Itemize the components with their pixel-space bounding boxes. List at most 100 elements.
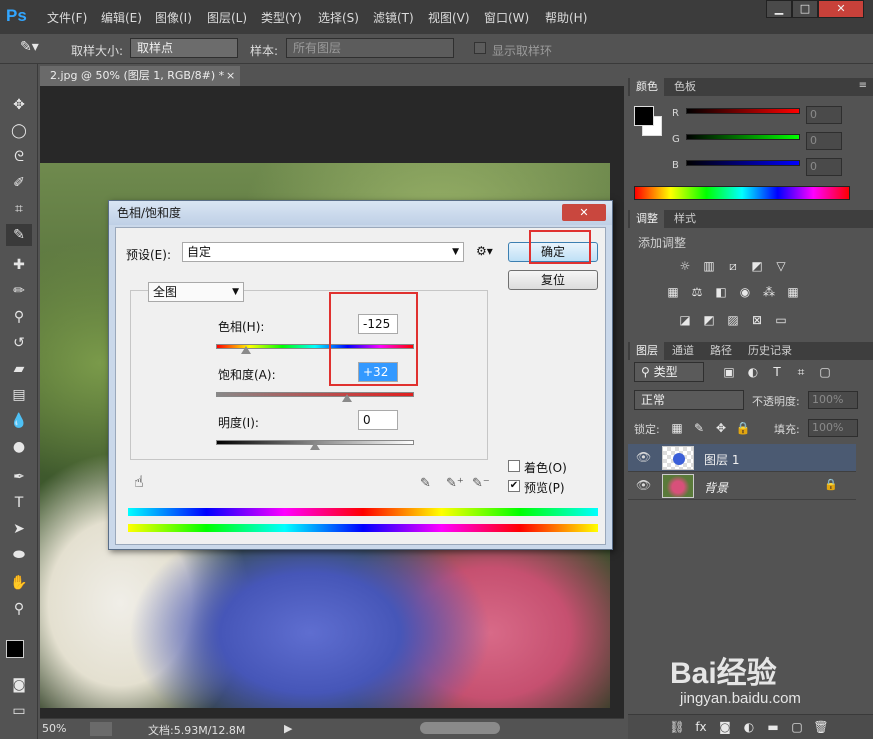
path-select-tool-icon[interactable]: ➤ [6, 518, 32, 540]
channel-r-slider[interactable] [686, 108, 800, 114]
layer-row-layer1[interactable]: 👁 图层 1 [628, 444, 856, 472]
channel-mixer-icon[interactable]: ⁂ [760, 284, 778, 300]
lightness-value-input[interactable]: 0 [358, 410, 398, 430]
color-balance-icon[interactable]: ⚖ [688, 284, 706, 300]
menu-help[interactable]: 帮助(H) [545, 9, 587, 26]
horizontal-scrollbar[interactable] [420, 722, 500, 734]
eyedropper-icon[interactable]: ✎ [420, 476, 431, 491]
threshold-icon[interactable]: ▨ [724, 312, 742, 328]
lightness-slider-thumb[interactable] [310, 442, 320, 450]
eyedropper-plus-icon[interactable]: ✎⁺ [446, 476, 464, 491]
blur-tool-icon[interactable]: 💧 [6, 410, 32, 432]
menu-image[interactable]: 图像(I) [155, 9, 192, 26]
layer-filter-kind[interactable]: ⚲ 类型 [634, 362, 704, 382]
channel-r-value[interactable]: 0 [806, 106, 842, 124]
filter-shape-icon[interactable]: ⌗ [792, 364, 810, 380]
saturation-slider-track[interactable] [216, 392, 414, 397]
quick-mask-icon[interactable]: ◙ [6, 674, 32, 696]
move-tool-icon[interactable]: ✥ [6, 94, 32, 116]
document-tab[interactable]: 2.jpg @ 50% (图层 1, RGB/8#) * × [40, 66, 240, 86]
invert-icon[interactable]: ◪ [676, 312, 694, 328]
zoom-level[interactable]: 50% [42, 722, 66, 735]
preview-label[interactable]: 预览(P) [524, 479, 565, 496]
channel-b-slider[interactable] [686, 160, 800, 166]
menu-view[interactable]: 视图(V) [428, 9, 470, 26]
new-adjustment-icon[interactable]: ◐ [740, 719, 758, 735]
channel-b-value[interactable]: 0 [806, 158, 842, 176]
foreground-color-swatch[interactable] [6, 640, 24, 658]
channel-g-slider[interactable] [686, 134, 800, 140]
layer-visibility-eye-icon[interactable]: 👁 [636, 450, 651, 464]
eyedropper-tool-preset-icon[interactable]: ✎▾ [20, 39, 44, 59]
eraser-tool-icon[interactable]: ▰ [6, 358, 32, 380]
clone-stamp-tool-icon[interactable]: ⚲ [6, 306, 32, 328]
filter-smart-icon[interactable]: ▢ [816, 364, 834, 380]
background-layer-name[interactable]: 背景 [704, 479, 728, 496]
layer1-name[interactable]: 图层 1 [704, 451, 739, 468]
brightness-icon[interactable]: ☼ [676, 258, 694, 274]
preset-select[interactable]: 自定 ▼ [182, 242, 464, 262]
marquee-tool-icon[interactable]: ◯ [6, 120, 32, 142]
pen-tool-icon[interactable]: ✒ [6, 466, 32, 488]
zoom-tool-icon[interactable]: ⚲ [6, 598, 32, 620]
colorize-checkbox[interactable] [508, 460, 520, 472]
levels-icon[interactable]: ▥ [700, 258, 718, 274]
color-spectrum-bar[interactable] [634, 186, 850, 200]
background-visibility-eye-icon[interactable]: 👁 [636, 478, 651, 492]
colorize-label[interactable]: 着色(O) [524, 459, 567, 476]
layer-style-icon[interactable]: fx [692, 719, 710, 735]
lock-all-icon[interactable]: 🔒 [734, 420, 752, 436]
brush-tool-icon[interactable]: ✏ [6, 280, 32, 302]
new-group-icon[interactable]: ▬ [764, 719, 782, 735]
tab-color[interactable]: 颜色 [630, 78, 664, 96]
curves-icon[interactable]: ⧄ [724, 258, 742, 274]
photo-filter-icon[interactable]: ◉ [736, 284, 754, 300]
document-tab-close-icon[interactable]: × [226, 66, 235, 86]
hue-slider-thumb[interactable] [241, 346, 252, 354]
preview-checkbox[interactable]: ✔ [508, 480, 520, 492]
dodge-tool-icon[interactable]: ● [6, 436, 32, 458]
channel-select[interactable]: 全图 ▼ [148, 282, 244, 302]
gradient-tool-icon[interactable]: ▤ [6, 384, 32, 406]
new-layer-icon[interactable]: ▢ [788, 719, 806, 735]
crop-tool-icon[interactable]: ⌗ [6, 198, 32, 220]
blend-mode-select[interactable]: 正常 [634, 390, 744, 410]
menu-window[interactable]: 窗口(W) [484, 9, 529, 26]
saturation-slider-thumb[interactable] [341, 394, 352, 402]
sample-size-select[interactable]: 取样点 [130, 38, 238, 58]
filter-type-icon[interactable]: T [768, 364, 786, 380]
color-foreground-swatch[interactable] [634, 106, 654, 126]
sample-select[interactable]: 所有图层 [286, 38, 454, 58]
panel-menu-icon[interactable]: ≡ [859, 80, 867, 91]
exposure-icon[interactable]: ◩ [748, 258, 766, 274]
black-white-icon[interactable]: ◧ [712, 284, 730, 300]
tab-adjustments[interactable]: 调整 [630, 210, 664, 228]
menu-edit[interactable]: 编辑(E) [101, 9, 142, 26]
add-mask-icon[interactable]: ◙ [716, 719, 734, 735]
targeted-adjustment-hand-icon[interactable]: ☝ [134, 472, 144, 491]
tab-swatches[interactable]: 色板 [668, 78, 702, 96]
menu-filter[interactable]: 滤镜(T) [373, 9, 414, 26]
lock-image-icon[interactable]: ✎ [690, 420, 708, 436]
layer-row-background[interactable]: 👁 背景 🔒 [628, 472, 856, 500]
hue-saturation-icon[interactable]: ▦ [664, 284, 682, 300]
status-menu-arrow-icon[interactable]: ▶ [284, 722, 292, 735]
filter-pixel-icon[interactable]: ▣ [720, 364, 738, 380]
tab-paths[interactable]: 路径 [704, 342, 738, 360]
type-tool-icon[interactable]: T [6, 492, 32, 514]
history-brush-tool-icon[interactable]: ↺ [6, 332, 32, 354]
reset-button[interactable]: 复位 [508, 270, 598, 290]
eyedropper-tool-icon[interactable]: ✎ [6, 224, 32, 246]
lock-position-icon[interactable]: ✥ [712, 420, 730, 436]
lasso-tool-icon[interactable]: ᘓ [6, 146, 32, 168]
menu-file[interactable]: 文件(F) [47, 9, 87, 26]
menu-select[interactable]: 选择(S) [318, 9, 359, 26]
filter-adjustment-icon[interactable]: ◐ [744, 364, 762, 380]
fill-value[interactable]: 100% [808, 419, 858, 437]
quick-select-tool-icon[interactable]: ✐ [6, 172, 32, 194]
close-window-button[interactable]: ✕ [818, 0, 864, 18]
delete-layer-icon[interactable]: 🗑 [812, 719, 830, 735]
dialog-close-button[interactable]: ✕ [562, 204, 606, 221]
screen-mode-icon[interactable]: ▭ [6, 700, 32, 722]
minimize-button[interactable]: ▁ [766, 0, 792, 18]
